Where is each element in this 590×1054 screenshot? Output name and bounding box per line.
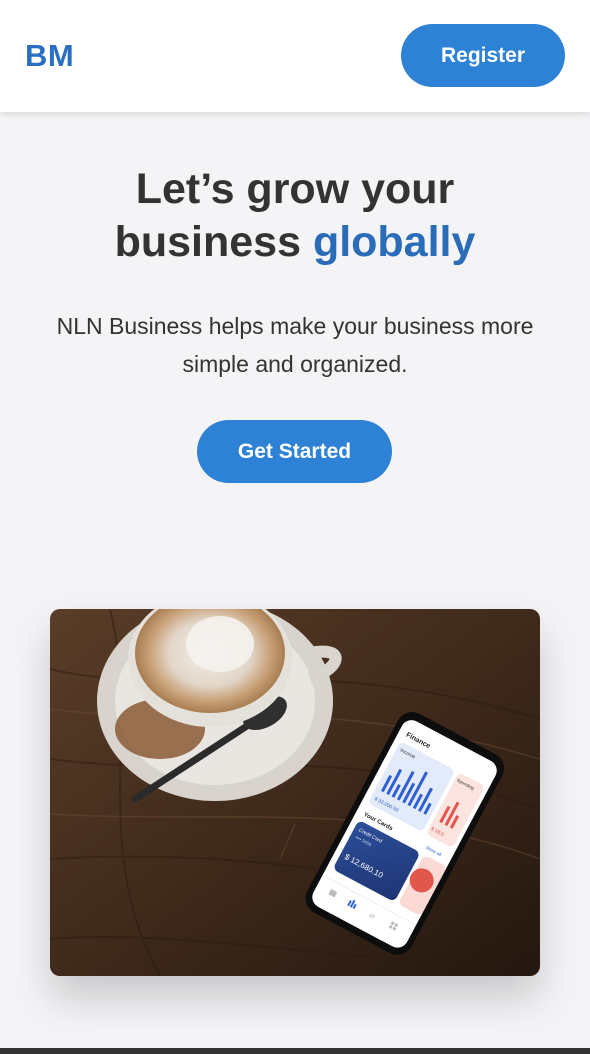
hero-image: Finance Income $ 32,000.50 Spending $ 18… [50,609,540,976]
hero-title: Let’s grow your business globally [0,163,590,269]
register-button[interactable]: Register [401,24,565,87]
hero-title-accent: globally [312,218,476,266]
hero-title-line1: Let’s grow your [135,165,455,213]
logo[interactable]: BM [25,38,74,74]
site-header: BM Register [0,0,590,112]
get-started-button[interactable]: Get Started [197,420,392,483]
hero-subtitle: NLN Business helps make your business mo… [56,313,534,377]
bottom-bar [0,1048,590,1054]
hero-title-line2: business [114,218,313,266]
